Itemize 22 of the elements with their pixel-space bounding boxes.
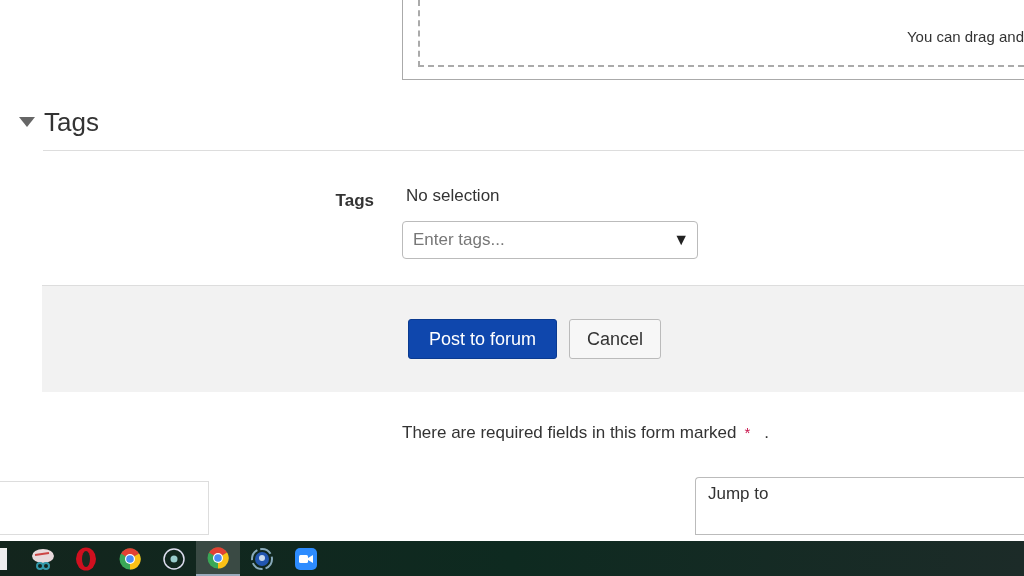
field-label: Tags <box>334 190 374 212</box>
circle-icon[interactable] <box>163 547 185 570</box>
section-title[interactable]: Tags <box>44 106 99 138</box>
active-taskbar-slot[interactable] <box>196 541 240 576</box>
note-text: There are required fields in this form marked <box>402 423 737 443</box>
video-camera-icon[interactable] <box>295 547 317 570</box>
cancel-button[interactable]: Cancel <box>569 319 661 359</box>
dropdown-arrow[interactable]: ▼ <box>673 231 689 249</box>
drop-hint: You can drag and <box>906 28 1024 45</box>
collapse-icon[interactable] <box>19 117 35 127</box>
drop-zone[interactable]: You can drag and <box>418 0 1024 67</box>
post-button[interactable]: Post to forum <box>408 319 557 359</box>
opera-icon[interactable] <box>75 546 97 571</box>
chrome-icon[interactable] <box>207 546 229 569</box>
jump-to-field[interactable]: Jump to <box>695 477 1024 535</box>
selection-text: No selection <box>406 186 501 206</box>
tags-field[interactable]: Enter tags... ▼ <box>402 221 698 259</box>
required-asterisk: * <box>744 424 751 441</box>
note-period: . <box>764 423 770 443</box>
scissors-icon[interactable] <box>29 546 55 571</box>
app-icon[interactable] <box>251 547 273 570</box>
chrome-icon[interactable] <box>119 547 141 570</box>
